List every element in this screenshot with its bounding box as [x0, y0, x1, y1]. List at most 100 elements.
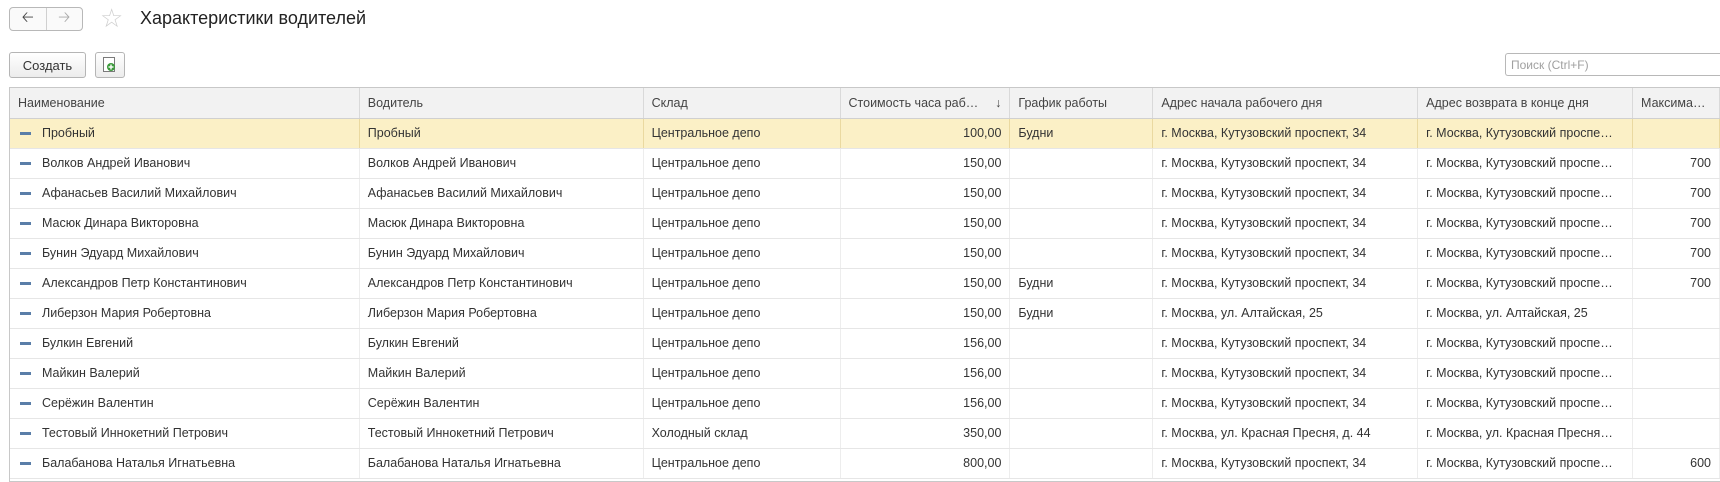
create-button[interactable]: Создать — [9, 52, 86, 78]
column-header-return-address[interactable]: Адрес возврата в конце дня — [1418, 88, 1634, 118]
arrow-right-icon[interactable]: 🡢 — [45, 8, 83, 30]
cell-name-text: Александров Петр Константинович — [42, 276, 247, 290]
page-title: Характеристики водителей — [140, 8, 367, 28]
cell-warehouse: Холодный склад — [644, 419, 841, 448]
cell-driver: Волков Андрей Иванович — [360, 149, 644, 178]
cell-driver: Булкин Евгений — [360, 329, 644, 358]
cell-max: 700 — [1633, 239, 1720, 268]
cell-start-address: г. Москва, ул. Красная Пресня, д. 44 — [1153, 419, 1419, 448]
cell-max — [1633, 119, 1720, 148]
table-row[interactable]: Булкин Евгений Булкин Евгений Центральное … — [10, 329, 1720, 359]
cell-driver: Александров Петр Константинович — [360, 269, 644, 298]
cell-start-address: г. Москва, ул. Алтайская, 25 — [1153, 299, 1419, 328]
cell-driver: Масюк Динара Викторовна — [360, 209, 644, 238]
cell-hour-cost: 156,00 — [841, 329, 1011, 358]
cell-hour-cost: 800,00 — [841, 449, 1011, 478]
cell-name-text: Либерзон Мария Робертовна — [42, 306, 211, 320]
cell-start-address: г. Москва, Кутузовский проспект, 34 — [1153, 239, 1419, 268]
column-header-warehouse[interactable]: Склад — [644, 88, 841, 118]
table-row[interactable]: Балабанова Наталья Игнатьевна Балабанова … — [10, 449, 1720, 479]
cell-schedule — [1010, 359, 1154, 388]
cell-name: Волков Андрей Иванович — [10, 149, 360, 178]
cell-max: 700 — [1633, 149, 1720, 178]
cell-schedule — [1010, 449, 1154, 478]
table-row[interactable]: Афанасьев Василий Михайлович Афанасьев Ва… — [10, 179, 1720, 209]
cell-driver: Бунин Эдуард Михайлович — [360, 239, 644, 268]
cell-hour-cost: 150,00 — [841, 239, 1011, 268]
item-icon — [20, 132, 31, 135]
table-row[interactable]: Тестовый Иннокетний Петрович Тестовый Инн… — [10, 419, 1720, 449]
cell-schedule: Будни — [1010, 269, 1154, 298]
cell-start-address: г. Москва, Кутузовский проспект, 34 — [1153, 329, 1419, 358]
cell-start-address: г. Москва, Кутузовский проспект, 34 — [1153, 209, 1419, 238]
cell-warehouse: Центральное депо — [644, 179, 841, 208]
cell-max: 700 — [1633, 179, 1720, 208]
cell-hour-cost: 150,00 — [841, 299, 1011, 328]
cell-driver: Балабанова Наталья Игнатьевна — [360, 449, 644, 478]
cell-name: Бунин Эдуард Михайлович — [10, 239, 360, 268]
cell-name: Александров Петр Константинович — [10, 269, 360, 298]
cell-start-address: г. Москва, Кутузовский проспект, 34 — [1153, 449, 1419, 478]
table-row[interactable]: Волков Андрей Иванович Волков Андрей Иван… — [10, 149, 1720, 179]
table-row[interactable]: Серёжин Валентин Серёжин Валентин Централь… — [10, 389, 1720, 419]
cell-warehouse: Центральное депо — [644, 389, 841, 418]
cell-max — [1633, 419, 1720, 448]
item-icon — [20, 192, 31, 195]
cell-driver: Серёжин Валентин — [360, 389, 644, 418]
cell-schedule — [1010, 149, 1154, 178]
cell-max — [1633, 389, 1720, 418]
cell-max — [1633, 299, 1720, 328]
cell-driver: Афанасьев Василий Михайлович — [360, 179, 644, 208]
cell-driver: Пробный — [360, 119, 644, 148]
cell-schedule: Будни — [1010, 119, 1154, 148]
cell-name-text: Тестовый Иннокетний Петрович — [42, 426, 228, 440]
cell-schedule: Будни — [1010, 299, 1154, 328]
arrow-left-icon[interactable]: 🡠 — [10, 8, 46, 30]
cell-warehouse: Центральное депо — [644, 329, 841, 358]
cell-schedule — [1010, 419, 1154, 448]
star-icon[interactable]: ☆ — [100, 4, 123, 32]
cell-name-text: Бунин Эдуард Михайлович — [42, 246, 199, 260]
table-row[interactable]: Бунин Эдуард Михайлович Бунин Эдуард Миха… — [10, 239, 1720, 269]
table-row[interactable]: Александров Петр Константинович Александр… — [10, 269, 1720, 299]
cell-warehouse: Центральное депо — [644, 239, 841, 268]
cell-return-address: г. Москва, Кутузовский проспе… — [1418, 209, 1634, 238]
cell-warehouse: Центральное депо — [644, 299, 841, 328]
item-icon — [20, 342, 31, 345]
cell-max: 700 — [1633, 269, 1720, 298]
cell-max: 700 — [1633, 209, 1720, 238]
table-row[interactable]: Майкин Валерий Майкин Валерий Центральное … — [10, 359, 1720, 389]
column-header-start-address[interactable]: Адрес начала рабочего дня — [1153, 88, 1419, 118]
cell-hour-cost: 150,00 — [841, 269, 1011, 298]
cell-name: Либерзон Мария Робертовна — [10, 299, 360, 328]
cell-return-address: г. Москва, Кутузовский проспе… — [1418, 359, 1634, 388]
item-icon — [20, 162, 31, 165]
cell-return-address: г. Москва, Кутузовский проспе… — [1418, 329, 1634, 358]
table-row[interactable]: Пробный Пробный Центральное депо 100,00 Будн… — [10, 119, 1720, 149]
item-icon — [20, 432, 31, 435]
item-icon — [20, 282, 31, 285]
column-header-driver[interactable]: Водитель — [360, 88, 644, 118]
column-header-max[interactable]: Максима… — [1633, 88, 1720, 118]
table-row[interactable]: Масюк Динара Викторовна Масюк Динара Викт… — [10, 209, 1720, 239]
cell-name: Афанасьев Василий Михайлович — [10, 179, 360, 208]
column-header-name[interactable]: Наименование — [10, 88, 360, 118]
cell-warehouse: Центральное депо — [644, 269, 841, 298]
cell-start-address: г. Москва, Кутузовский проспект, 34 — [1153, 389, 1419, 418]
column-header-hour-cost[interactable]: Стоимость часа раб… ↓ — [841, 88, 1011, 118]
search-input[interactable] — [1505, 53, 1720, 76]
cell-name-text: Серёжин Валентин — [42, 396, 154, 410]
cell-schedule — [1010, 329, 1154, 358]
table-row[interactable]: Либерзон Мария Робертовна Либерзон Мария … — [10, 299, 1720, 329]
item-icon — [20, 312, 31, 315]
cell-start-address: г. Москва, Кутузовский проспект, 34 — [1153, 119, 1419, 148]
cell-hour-cost: 156,00 — [841, 389, 1011, 418]
column-header-schedule[interactable]: График работы — [1010, 88, 1154, 118]
cell-return-address: г. Москва, Кутузовский проспе… — [1418, 389, 1634, 418]
cell-warehouse: Центральное депо — [644, 359, 841, 388]
cell-return-address: г. Москва, Кутузовский проспе… — [1418, 119, 1634, 148]
copy-button[interactable] — [95, 52, 125, 78]
item-icon — [20, 462, 31, 465]
cell-name-text: Балабанова Наталья Игнатьевна — [42, 456, 236, 470]
cell-schedule — [1010, 239, 1154, 268]
